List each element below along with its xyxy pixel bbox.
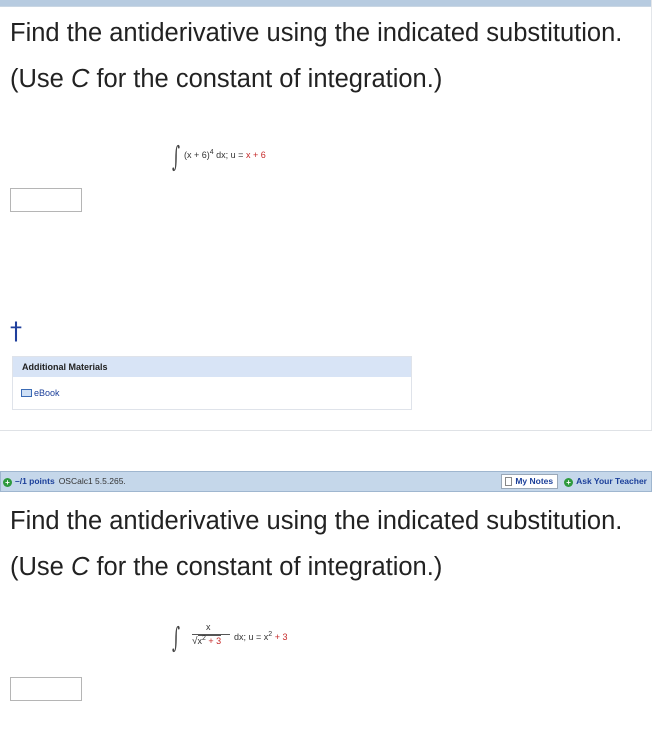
book-icon: [21, 389, 32, 397]
ebook-label: eBook: [34, 388, 60, 398]
additional-materials-title: Additional Materials: [13, 357, 411, 377]
plus-circle-icon[interactable]: +: [3, 478, 12, 487]
ask-teacher-button[interactable]: Ask Your Teacher: [576, 476, 647, 486]
question-source: OSCalc1 5.5.265.: [58, 476, 126, 486]
dx-label: dx; u = x: [234, 632, 269, 642]
question-1-integral: ∫ (x + 6)4 dx; u = x + 6: [172, 140, 292, 175]
integrand: (x + 6): [184, 150, 210, 160]
note-icon: [505, 477, 513, 487]
fraction-denominator: √x2 + 3: [192, 635, 222, 647]
question-1-text: Find the antiderivative using the indica…: [10, 10, 650, 102]
denominator-rest: + 3: [205, 636, 222, 646]
card-divider: [0, 430, 652, 431]
points-label: –/1 points: [15, 476, 55, 486]
question-1-text-after: for the constant of integration.): [89, 65, 443, 93]
fraction-numerator: x: [206, 622, 211, 632]
my-notes-label: My Notes: [515, 476, 554, 487]
dx-label: dx; u =: [213, 150, 246, 160]
question-2-header-bar: + –/1 points OSCalc1 5.5.265. My Notes + Ask…: [0, 471, 652, 492]
answer-input-2[interactable]: [10, 677, 82, 701]
additional-materials-panel: Additional Materials eBook: [12, 356, 412, 410]
integral-sign: ∫: [172, 140, 181, 173]
plus-circle-icon: +: [564, 478, 574, 487]
question-2-integral: ∫ x √x2 + 3 dx; u = x2 + 3: [172, 622, 302, 656]
footnote-dagger: †: [10, 317, 22, 345]
question-2-constant-var: C: [70, 553, 90, 581]
card-border-right: [651, 0, 652, 431]
ebook-link[interactable]: eBook: [21, 387, 60, 399]
integral-sign: ∫: [172, 621, 181, 654]
substitution-rest: + 6: [250, 150, 266, 160]
question-1-constant-var: C: [70, 65, 90, 93]
answer-input-1[interactable]: [10, 188, 82, 212]
substitution-rest: + 3: [272, 632, 288, 642]
question-2-text: Find the antiderivative using the indica…: [10, 498, 650, 590]
question-2-text-after: for the constant of integration.): [89, 553, 443, 581]
my-notes-button[interactable]: My Notes: [501, 474, 559, 490]
top-border-strip: [0, 0, 652, 7]
